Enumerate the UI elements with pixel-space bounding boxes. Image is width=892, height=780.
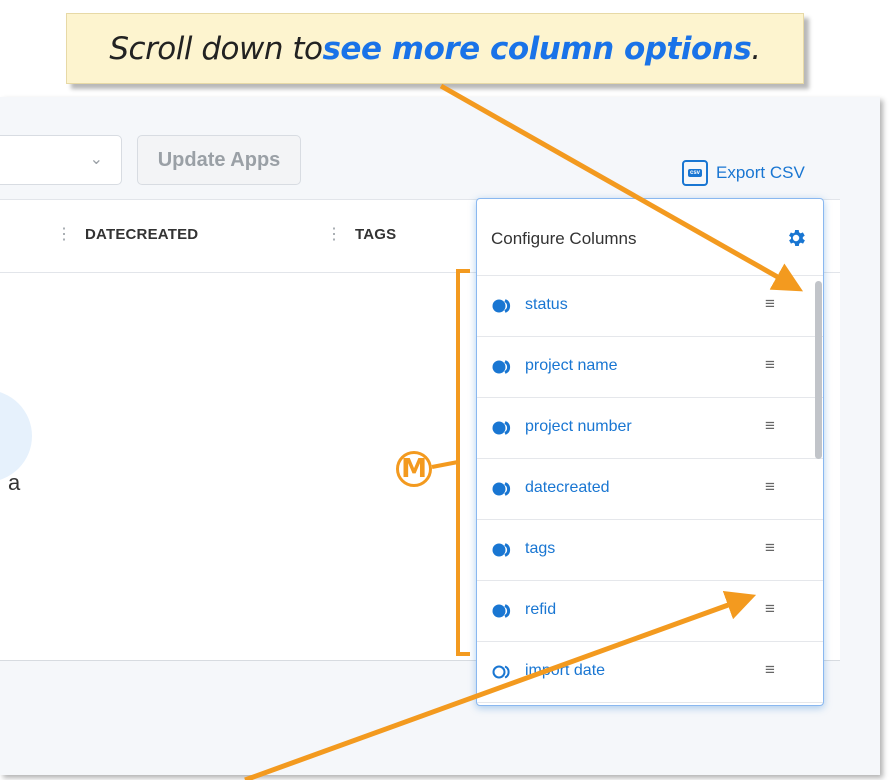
empty-state-text: a: [8, 470, 21, 495]
drag-handle-icon[interactable]: ≡: [765, 477, 775, 497]
chevron-down-icon: ⌄: [89, 151, 103, 168]
empty-state-illustration: [0, 390, 32, 482]
drag-handle-icon[interactable]: ≡: [765, 294, 775, 314]
column-option-label: status: [525, 296, 568, 313]
update-apps-button[interactable]: Update Apps: [137, 135, 301, 185]
callout-text-after: .: [751, 30, 761, 67]
drag-handle-icon[interactable]: ≡: [765, 355, 775, 375]
column-option-label: refid: [525, 601, 557, 618]
export-csv-button[interactable]: csv Export CSV: [682, 160, 805, 186]
column-option-label: import date: [525, 662, 606, 679]
column-option-import-date[interactable]: import date ≡: [477, 642, 823, 703]
csv-file-icon: csv: [682, 160, 708, 186]
toggle-on-icon[interactable]: [492, 359, 514, 375]
callout-text-before: Scroll down to: [109, 30, 323, 67]
column-header-datecreated[interactable]: DATECREATED: [85, 226, 198, 243]
annotation-marker-m: M: [396, 451, 432, 487]
toggle-on-icon[interactable]: [492, 298, 514, 314]
drag-handle-icon[interactable]: ≡: [765, 660, 775, 680]
csv-icon-text: csv: [687, 169, 702, 177]
app-select-dropdown[interactable]: ⌄: [0, 135, 122, 185]
column-option-project-number[interactable]: project number ≡: [477, 398, 823, 459]
drag-handle-icon[interactable]: ≡: [765, 599, 775, 619]
column-option-datecreated[interactable]: datecreated ≡: [477, 459, 823, 520]
toggle-on-icon[interactable]: [492, 420, 514, 436]
gear-icon[interactable]: [785, 227, 807, 249]
drag-handle-icon[interactable]: ≡: [765, 416, 775, 436]
toggle-on-icon[interactable]: [492, 481, 514, 497]
column-option-label: project number: [525, 418, 632, 435]
toggle-off-icon[interactable]: [492, 664, 514, 680]
instruction-callout: Scroll down to see more column options.: [66, 13, 804, 84]
column-header-tags[interactable]: TAGS: [355, 226, 396, 243]
column-option-label: project name: [525, 357, 618, 374]
column-option-status[interactable]: status ≡: [477, 276, 823, 337]
toggle-on-icon[interactable]: [492, 603, 514, 619]
column-option-label: datecreated: [525, 479, 610, 496]
export-csv-label: Export CSV: [716, 163, 805, 182]
column-resize-handle[interactable]: ⋮: [326, 224, 342, 244]
column-option-project-name[interactable]: project name ≡: [477, 337, 823, 398]
drag-handle-icon[interactable]: ≡: [765, 538, 775, 558]
column-option-label: tags: [525, 540, 556, 557]
configure-columns-panel: Configure Columns status ≡ project name …: [476, 198, 824, 706]
configure-columns-title: Configure Columns: [491, 229, 637, 248]
column-options-list: status ≡ project name ≡ project number ≡…: [477, 276, 823, 703]
column-resize-handle[interactable]: ⋮: [56, 224, 72, 244]
column-option-refid[interactable]: refid ≡: [477, 581, 823, 642]
configure-columns-header: Configure Columns: [477, 199, 823, 276]
toggle-on-icon[interactable]: [492, 542, 514, 558]
column-list-scrollbar[interactable]: [815, 281, 822, 459]
column-option-tags[interactable]: tags ≡: [477, 520, 823, 581]
callout-highlight: see more column options: [322, 30, 752, 67]
